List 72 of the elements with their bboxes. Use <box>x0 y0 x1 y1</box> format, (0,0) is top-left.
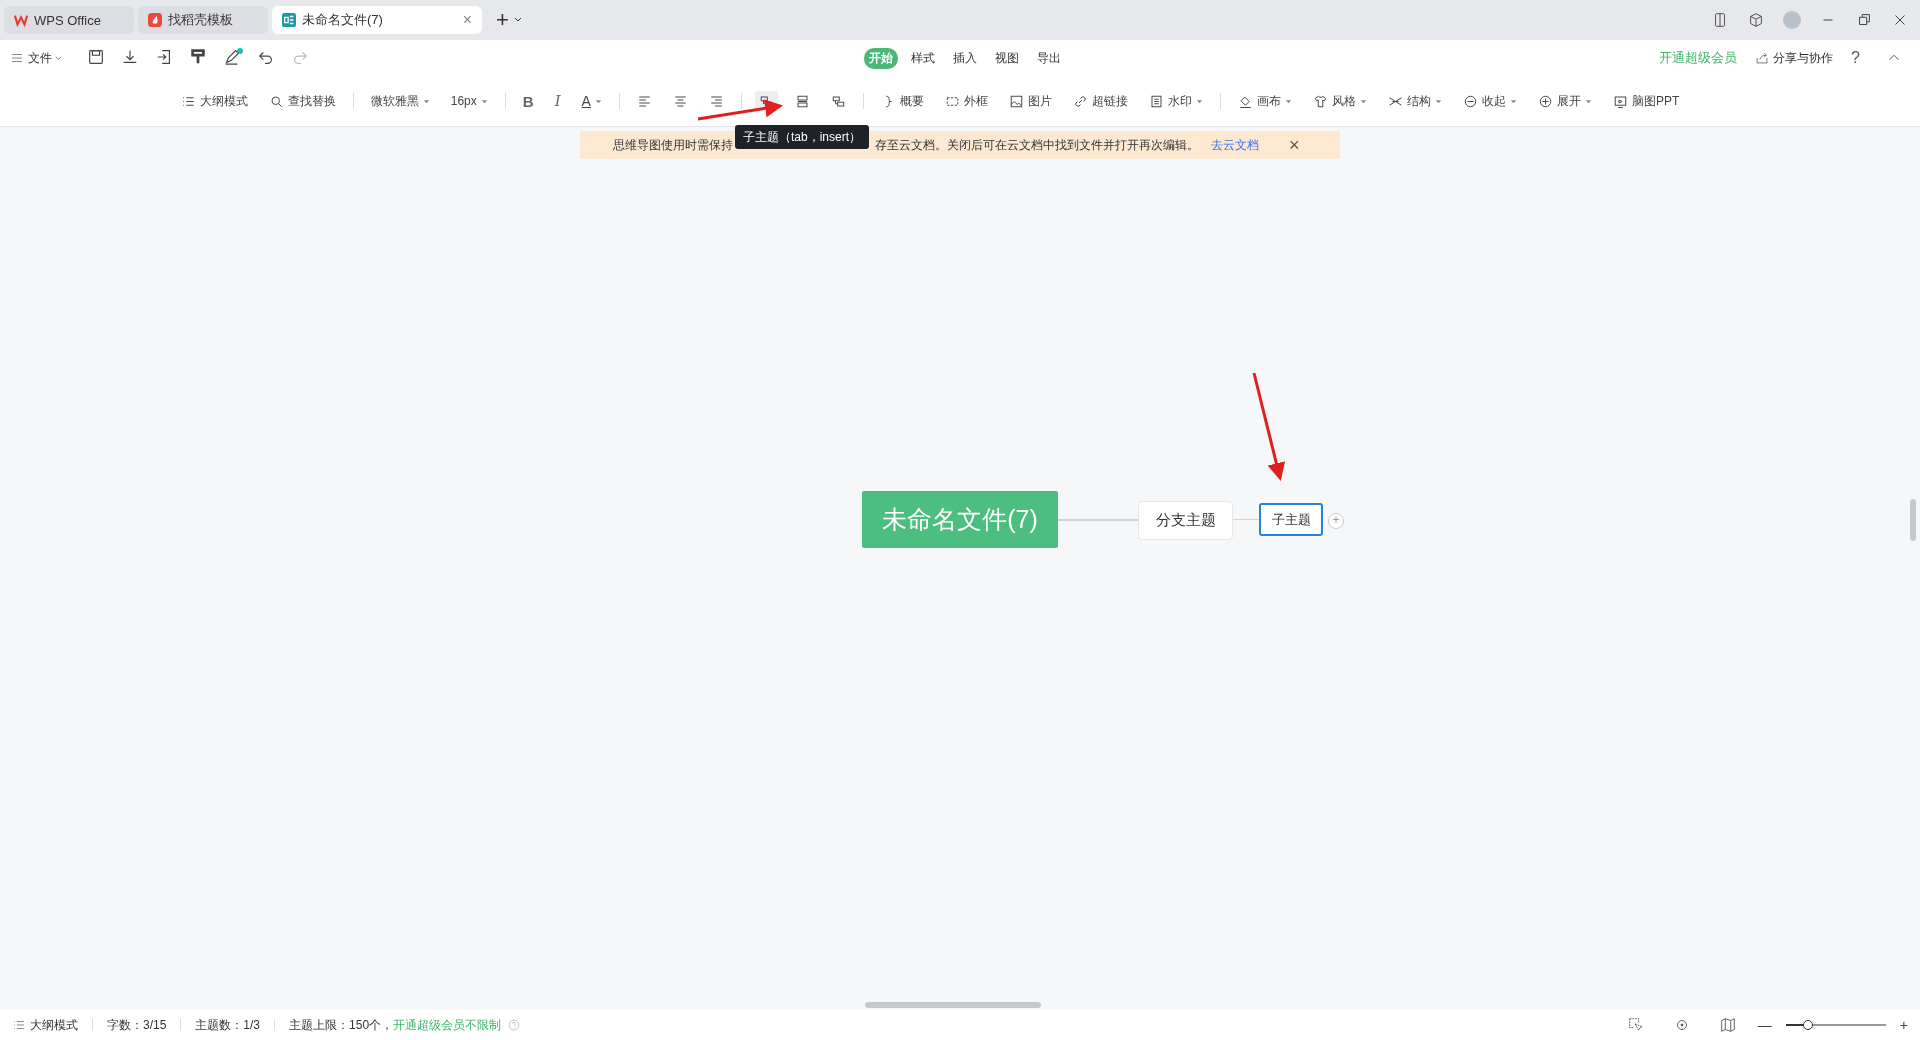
caret-icon <box>1584 97 1592 105</box>
caret-icon <box>1284 97 1292 105</box>
close-icon[interactable]: × <box>1289 134 1300 156</box>
topic-limit: 主题上限：150个， <box>289 1016 394 1034</box>
toolbar-button[interactable]: 查找替换 <box>264 89 340 113</box>
toolbar-button[interactable]: 展开 <box>1533 89 1596 113</box>
scrollbar[interactable] <box>1910 499 1916 541</box>
caret-icon <box>480 97 488 105</box>
select-icon[interactable] <box>1626 1016 1645 1034</box>
tooltip: 子主题（tab，insert） <box>735 125 870 149</box>
caret-icon <box>1359 97 1367 105</box>
image-icon <box>1008 93 1024 109</box>
toolbar-button[interactable]: 风格 <box>1308 89 1371 113</box>
toolbar-button[interactable]: 超链接 <box>1068 89 1132 113</box>
toolbar-button[interactable]: 结构 <box>1383 89 1446 113</box>
file-menu[interactable]: 文件 <box>28 49 52 67</box>
search-icon <box>268 93 284 109</box>
toolbar-button[interactable]: 概要 <box>876 89 928 113</box>
toolbar-button[interactable]: 外框 <box>940 89 992 113</box>
caret-icon <box>422 97 430 105</box>
toolbar-button[interactable]: B <box>518 89 538 113</box>
expand-icon <box>1537 93 1553 109</box>
topic-count: 主题数：1/3 <box>195 1016 261 1034</box>
zoom-in-button[interactable]: + <box>1899 1017 1908 1033</box>
toolbar-button[interactable]: 图片 <box>1004 89 1056 113</box>
share-icon <box>1755 51 1770 65</box>
ribbon-tab[interactable]: 插入 <box>948 47 982 69</box>
new-tab-button[interactable]: + <box>496 7 509 33</box>
toolbar-button[interactable]: 16px <box>446 91 492 111</box>
word-count: 字数：3/15 <box>107 1016 167 1034</box>
mindmap-logo-icon <box>282 13 296 27</box>
ppt-icon <box>1612 93 1628 109</box>
ribbon-tab[interactable]: 导出 <box>1032 47 1066 69</box>
caret-icon <box>1509 97 1517 105</box>
menu-icon[interactable] <box>10 51 24 65</box>
scrollbar[interactable] <box>865 1002 1041 1008</box>
flame-logo-icon <box>148 13 162 27</box>
help-button[interactable]: ? <box>1851 49 1860 67</box>
toolbar-button[interactable]: I <box>550 89 565 113</box>
list-icon <box>12 1018 26 1032</box>
watermark-icon <box>1148 93 1164 109</box>
notice-text: 思维导图使用时需保持 <box>613 136 733 154</box>
sub-topic[interactable]: 子主题 <box>1259 503 1323 536</box>
toolbar-button[interactable]: 脑图PPT <box>1608 89 1684 113</box>
collapse-icon <box>1462 93 1478 109</box>
toolbar-button[interactable]: 画布 <box>1233 89 1296 113</box>
w-logo-icon <box>14 13 28 27</box>
caret-icon <box>594 97 602 105</box>
document-tab[interactable]: WPS Office <box>4 6 134 34</box>
document-tab[interactable]: 未命名文件(7) × <box>272 6 482 34</box>
close-tab-icon[interactable]: × <box>462 11 472 29</box>
toolbar-button[interactable]: A <box>577 90 606 112</box>
link-icon <box>1072 93 1088 109</box>
outline-mode-button[interactable]: 大纲模式 <box>12 1016 78 1034</box>
map-icon[interactable] <box>1718 1016 1737 1034</box>
cube-icon[interactable] <box>1747 11 1765 29</box>
ribbon-tab[interactable]: 视图 <box>990 47 1024 69</box>
toolbar-button[interactable]: 收起 <box>1458 89 1521 113</box>
pen-icon[interactable] <box>223 48 243 68</box>
toolbar-button[interactable]: 大纲模式 <box>176 89 252 113</box>
zoom-out-button[interactable]: — <box>1757 1017 1772 1033</box>
document-tab[interactable]: 找稻壳模板 <box>138 6 268 34</box>
ribbon-tab[interactable]: 样式 <box>906 47 940 69</box>
caret-icon <box>1434 97 1442 105</box>
style-icon <box>1312 93 1328 109</box>
toolbar-button[interactable]: 水印 <box>1144 89 1207 113</box>
notice-text: 存至云文档。关闭后可在云文档中找到文件并打开再次编辑。 <box>875 136 1199 154</box>
cloud-docs-link[interactable]: 去云文档 <box>1211 136 1259 154</box>
toolbar-button[interactable]: 微软雅黑 <box>366 89 434 113</box>
share-button[interactable]: 分享与协作 <box>1755 49 1834 67</box>
caret-icon <box>1195 97 1203 105</box>
branch-topic[interactable]: 分支主题 <box>1138 501 1233 540</box>
